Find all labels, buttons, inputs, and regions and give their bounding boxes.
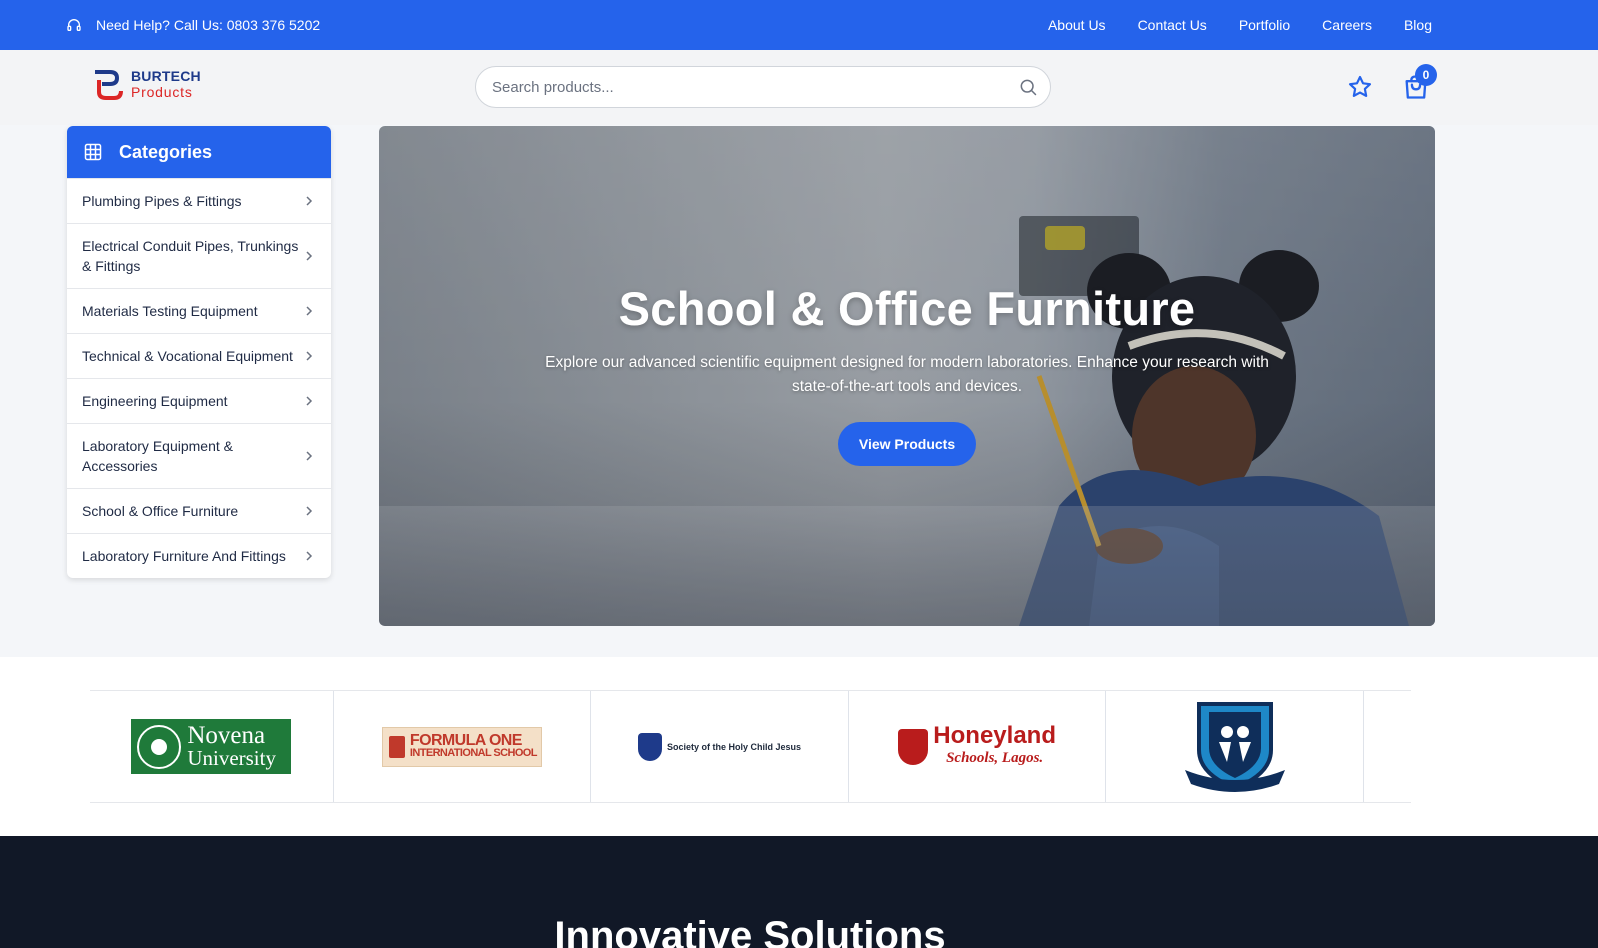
novena-seal-icon xyxy=(137,724,182,769)
site-header: BURTECH Products 0 xyxy=(0,50,1598,125)
partner-logo-formula-one[interactable]: FORMULA ONE INTERNATIONAL SCHOOL xyxy=(334,691,592,802)
chevron-right-icon xyxy=(306,196,313,206)
formula-name: FORMULA ONE xyxy=(409,731,523,749)
brand-wordmark: BURTECH Products xyxy=(131,68,201,100)
category-item-laboratory-equipment[interactable]: Laboratory Equipment & Accessories xyxy=(67,423,331,488)
hero-banner: School & Office Furniture Explore our ad… xyxy=(379,126,1435,626)
hero-description: Explore our advanced scientific equipmen… xyxy=(545,354,1269,395)
category-label: Engineering Equipment xyxy=(82,393,228,409)
partner-logo-holy-child[interactable]: Society of the Holy Child Jesus xyxy=(591,691,849,802)
category-label: School & Office Furniture xyxy=(82,503,239,519)
formula-sub: INTERNATIONAL SCHOOL xyxy=(409,746,538,759)
category-label: Electrical Conduit Pipes, Trunkings & Fi… xyxy=(82,238,299,274)
formula-one-logo: FORMULA ONE INTERNATIONAL SCHOOL xyxy=(381,726,542,767)
category-header: Categories xyxy=(67,126,331,178)
category-label: Technical & Vocational Equipment xyxy=(82,348,293,364)
nav-about-us[interactable]: About Us xyxy=(1048,17,1106,33)
headset-icon xyxy=(67,19,81,31)
innovative-solutions-section: Innovative Solutions xyxy=(0,836,1598,948)
category-label: Plumbing Pipes & Fittings xyxy=(82,193,242,209)
nav-portfolio[interactable]: Portfolio xyxy=(1239,17,1290,33)
grid-icon xyxy=(84,143,102,161)
nav-blog[interactable]: Blog xyxy=(1404,17,1432,33)
partner-logo-partial xyxy=(1364,691,1411,802)
category-item-engineering[interactable]: Engineering Equipment xyxy=(67,378,331,423)
honeyland-sub: Schools, Lagos. xyxy=(946,749,1044,766)
category-item-technical-vocational[interactable]: Technical & Vocational Equipment xyxy=(67,333,331,378)
chevron-right-icon xyxy=(306,306,313,316)
partner-logo-strip: Novena University FORMULA ONE INTERNATIO… xyxy=(90,690,1411,803)
top-bar: Need Help? Call Us: 0803 376 5202 About … xyxy=(0,0,1598,50)
formula-crest-icon xyxy=(388,735,405,758)
search-input[interactable] xyxy=(476,67,1018,107)
brand-logo[interactable]: BURTECH Products xyxy=(92,66,201,102)
cart-count-badge: 0 xyxy=(1415,64,1437,86)
category-item-plumbing[interactable]: Plumbing Pipes & Fittings xyxy=(67,178,331,223)
category-panel: Categories Plumbing Pipes & Fittings Ele… xyxy=(67,126,331,578)
chevron-right-icon xyxy=(306,396,313,406)
category-label: Materials Testing Equipment xyxy=(82,303,258,319)
partner-logo-novena[interactable]: Novena University xyxy=(90,691,334,802)
category-item-electrical[interactable]: Electrical Conduit Pipes, Trunkings & Fi… xyxy=(67,223,331,288)
honeyland-crest-icon xyxy=(898,728,929,765)
nav-contact-us[interactable]: Contact Us xyxy=(1138,17,1207,33)
holy-child-logo: Society of the Holy Child Jesus xyxy=(638,732,802,761)
school-crest-icon xyxy=(1184,701,1285,792)
brand-mark-icon xyxy=(95,70,123,100)
category-item-materials-testing[interactable]: Materials Testing Equipment xyxy=(67,288,331,333)
search-bar xyxy=(475,66,1051,108)
honeyland-logo: Honeyland Schools, Lagos. xyxy=(898,721,1056,769)
category-item-laboratory-furniture[interactable]: Laboratory Furniture And Fittings xyxy=(67,533,331,578)
chevron-right-icon xyxy=(306,451,313,461)
wishlist-star-icon[interactable] xyxy=(1347,74,1373,100)
help-line: Need Help? Call Us: 0803 376 5202 xyxy=(66,0,320,50)
chevron-right-icon xyxy=(306,506,313,516)
view-products-button[interactable]: View Products xyxy=(838,422,976,466)
brand-name: BURTECH xyxy=(131,68,201,84)
category-item-school-office-furniture[interactable]: School & Office Furniture xyxy=(67,488,331,533)
chevron-right-icon xyxy=(306,351,313,361)
section-heading: Innovative Solutions xyxy=(554,914,946,948)
category-label: Laboratory Furniture And Fittings xyxy=(82,548,286,564)
category-label: Laboratory Equipment & Accessories xyxy=(82,438,233,474)
partner-logos-section: Novena University FORMULA ONE INTERNATIO… xyxy=(0,657,1598,836)
partner-logo-honeyland[interactable]: Honeyland Schools, Lagos. xyxy=(849,691,1107,802)
novena-logo: Novena University xyxy=(131,719,292,774)
holy-child-name: Society of the Holy Child Jesus xyxy=(667,741,802,752)
brand-sub: Products xyxy=(131,84,193,100)
holy-child-shield-icon xyxy=(638,732,663,761)
novena-name: Novena xyxy=(187,721,266,749)
search-icon[interactable] xyxy=(1018,77,1038,97)
hero-title: School & Office Furniture xyxy=(618,282,1196,335)
top-nav: About Us Contact Us Portfolio Careers Bl… xyxy=(1048,0,1432,50)
help-text: Need Help? Call Us: 0803 376 5202 xyxy=(96,17,321,33)
honeyland-name: Honeyland xyxy=(933,721,1056,749)
novena-sub: University xyxy=(187,745,276,770)
nav-careers[interactable]: Careers xyxy=(1322,17,1372,33)
chevron-right-icon xyxy=(306,251,313,261)
partner-logo-crest[interactable] xyxy=(1106,691,1365,802)
category-title: Categories xyxy=(119,141,213,162)
chevron-right-icon xyxy=(306,551,313,561)
